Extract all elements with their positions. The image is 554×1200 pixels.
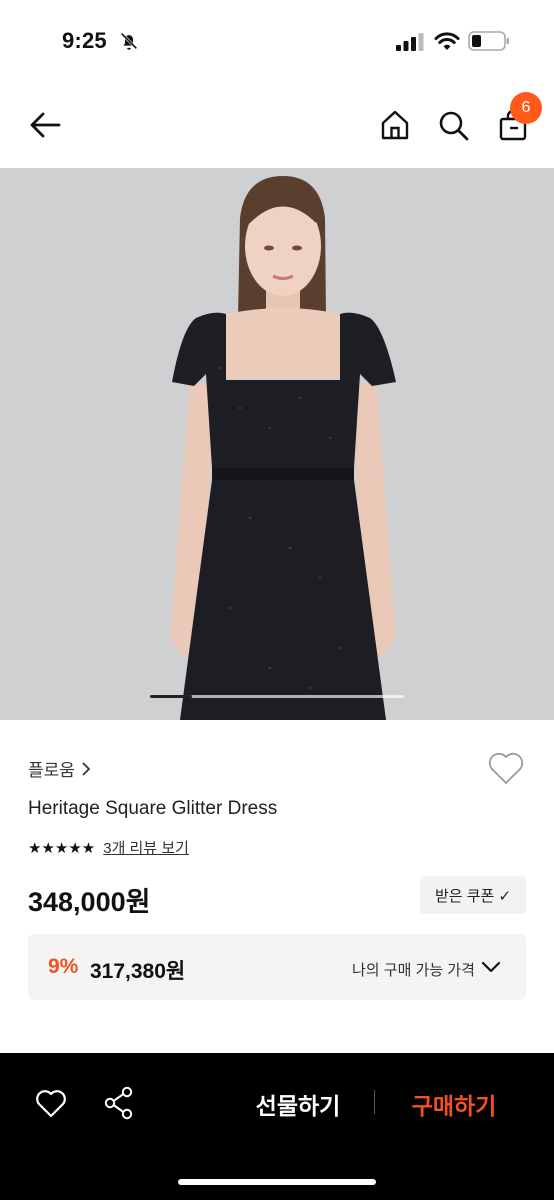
chevron-down-icon [481, 961, 501, 973]
cart-count-badge: 6 [510, 92, 542, 124]
divider [374, 1090, 375, 1114]
discount-rate: 9% [48, 955, 79, 978]
buy-button[interactable]: 구매하기 [402, 1087, 506, 1121]
home-icon[interactable] [378, 108, 412, 142]
signal-icon [396, 33, 424, 51]
product-image-carousel[interactable] [0, 168, 554, 720]
battery-icon [468, 31, 509, 51]
my-purchase-price-box[interactable]: 9% 317,380원 나의 구매 가능 가격 [28, 934, 526, 1000]
top-navigation: 6 [0, 84, 554, 168]
gift-button[interactable]: 선물하기 [246, 1087, 350, 1121]
back-arrow-icon[interactable] [26, 106, 64, 144]
review-link[interactable]: 3개 리뷰 보기 [103, 837, 189, 858]
coupon-button[interactable]: 받은 쿠폰 ✓ [420, 876, 526, 914]
my-price-label: 나의 구매 가능 가격 [352, 962, 475, 979]
home-indicator [178, 1179, 376, 1185]
heart-outline-icon[interactable] [486, 750, 526, 786]
wifi-icon [434, 32, 460, 50]
status-bar: 9:25 [0, 0, 554, 84]
search-icon[interactable] [436, 108, 470, 142]
status-time: 9:25 [62, 28, 107, 53]
chevron-right-icon [82, 761, 91, 776]
brand-link[interactable]: 플로움 [28, 756, 91, 781]
rating-row: ★★★★★ 3개 리뷰 보기 [28, 837, 189, 858]
final-price: 317,380원 [90, 960, 186, 983]
heart-icon[interactable] [34, 1087, 68, 1121]
product-photo [0, 168, 554, 720]
product-name: Heritage Square Glitter Dress [28, 798, 278, 819]
brand-name: 플로움 [28, 761, 75, 780]
share-icon[interactable] [102, 1085, 136, 1121]
original-price: 348,000원 [28, 887, 151, 917]
bottom-action-bar: 선물하기 구매하기 [0, 1053, 554, 1200]
bell-slash-icon [120, 32, 138, 50]
star-rating: ★★★★★ [28, 839, 96, 857]
carousel-indicator [150, 695, 192, 698]
